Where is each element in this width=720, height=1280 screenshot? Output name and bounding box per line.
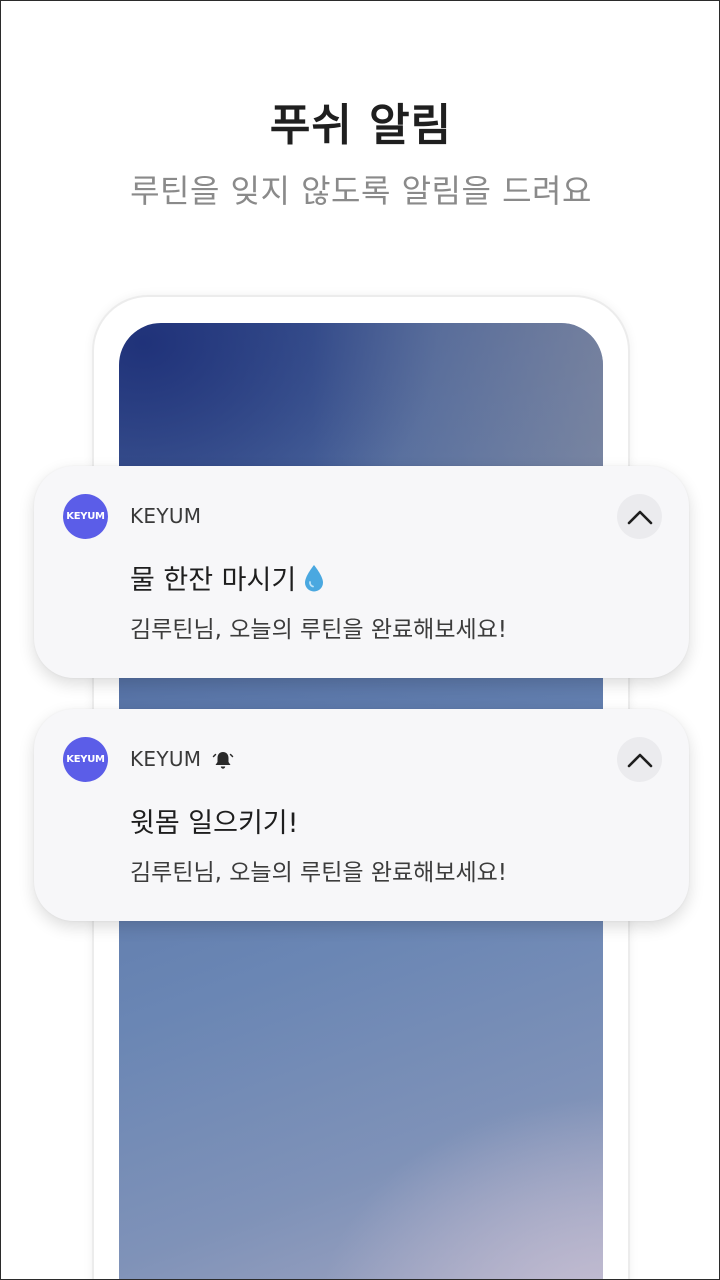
notification-app-name: KEYUM: [130, 747, 202, 771]
chevron-up-icon: [627, 510, 652, 524]
notification-card[interactable]: KEYUM KEYUM 물 한잔 마시기 김루틴님, 오늘의 루틴을 완료해보세…: [34, 466, 689, 678]
notification-body: 김루틴님, 오늘의 루틴을 완료해보세요!: [130, 860, 508, 886]
bell-icon: [212, 752, 234, 769]
water-drop-icon: [305, 564, 324, 591]
notification-body: 김루틴님, 오늘의 루틴을 완료해보세요!: [130, 617, 508, 643]
notification-app-name: KEYUM: [130, 504, 202, 528]
page-title: 푸쉬 알림: [269, 100, 453, 151]
keyum-app-icon: KEYUM: [63, 737, 108, 782]
notification-title-text: 윗몸 일으키기!: [130, 808, 299, 839]
keyum-app-icon: KEYUM: [63, 494, 108, 539]
notification-title-text: 물 한잔 마시기: [130, 565, 297, 596]
notification-title: 윗몸 일으키기!: [130, 801, 298, 840]
page-frame: 푸쉬 알림 루틴을 잊지 않도록 알림을 드려요 KEYUM KEYUM 물 한…: [0, 0, 720, 1280]
chevron-up-icon: [627, 753, 652, 767]
notification-card[interactable]: KEYUM KEYUM 윗몸 일으키기! 김루틴님, 오늘의 루틴을 완료해보세…: [34, 709, 689, 921]
notification-title: 물 한잔 마시기: [130, 558, 326, 597]
collapse-button[interactable]: [617, 737, 662, 782]
collapse-button[interactable]: [617, 494, 662, 539]
page-subtitle: 루틴을 잊지 않도록 알림을 드려요: [130, 172, 592, 210]
